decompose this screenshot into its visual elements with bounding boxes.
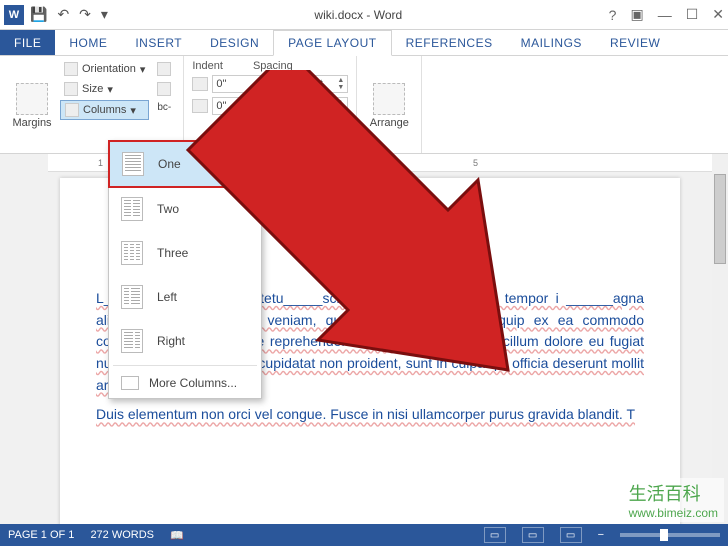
- size-button[interactable]: Size▾: [60, 80, 149, 98]
- orientation-icon: [64, 62, 78, 76]
- maximize-icon[interactable]: ☐: [686, 6, 699, 23]
- margins-button[interactable]: Margins: [8, 60, 56, 151]
- line-numbers-icon: [157, 82, 171, 96]
- indent-left-input[interactable]: 0"▲▼: [212, 75, 266, 93]
- status-bar: PAGE 1 OF 1 272 WORDS 📖 ▭ ▭ ▭ −: [0, 524, 728, 546]
- two-column-icon: [121, 197, 143, 221]
- window-buttons: ? ▣ — ☐ ✕: [609, 6, 724, 23]
- scrollbar-thumb[interactable]: [714, 174, 726, 264]
- three-column-icon: [121, 241, 143, 265]
- columns-dropdown: One Two Three Left Right More Columns...: [108, 140, 262, 399]
- tab-insert[interactable]: INSERT: [121, 30, 196, 55]
- breaks-button[interactable]: [153, 60, 175, 78]
- columns-button[interactable]: Columns▾: [60, 100, 149, 120]
- tab-mailings[interactable]: MAILINGS: [507, 30, 596, 55]
- paragraph-2: Duis elementum non orci vel congue. Fusc…: [96, 404, 644, 426]
- ribbon-options-icon[interactable]: ▣: [630, 6, 643, 23]
- page-indicator[interactable]: PAGE 1 OF 1: [8, 529, 74, 541]
- spacing-after-row: 0 pt▲▼: [274, 96, 348, 116]
- vertical-scrollbar[interactable]: [712, 154, 728, 524]
- chevron-down-icon: ▾: [140, 63, 146, 76]
- spacing-before-row: 12 pt▲▼: [274, 74, 348, 94]
- group-page-setup: Margins Orientation▾ Size▾ Columns▾ bc-: [0, 56, 184, 153]
- arrange-button[interactable]: Arrange: [365, 60, 413, 151]
- word-count[interactable]: 272 WORDS: [90, 529, 154, 541]
- view-web-layout[interactable]: ▭: [560, 527, 582, 543]
- view-print-layout[interactable]: ▭: [522, 527, 544, 543]
- indent-left-row: 0"▲▼: [192, 74, 266, 94]
- columns-option-two[interactable]: Two: [109, 187, 261, 231]
- title-bar: W 💾 ↶ ↷ ▾ wiki.docx - Word ? ▣ — ☐ ✕: [0, 0, 728, 30]
- save-icon[interactable]: 💾: [30, 6, 47, 23]
- indent-left-icon: [192, 77, 208, 91]
- arrange-icon: [373, 83, 405, 115]
- indent-right-row: 0"▲▼: [192, 96, 266, 116]
- help-icon[interactable]: ?: [609, 7, 617, 23]
- more-columns-option[interactable]: More Columns...: [109, 368, 261, 398]
- chevron-down-icon: ▾: [130, 104, 136, 117]
- qat-customize-icon[interactable]: ▾: [101, 6, 108, 23]
- columns-option-three[interactable]: Three: [109, 231, 261, 275]
- orientation-button[interactable]: Orientation▾: [60, 60, 149, 78]
- dropdown-separator: [113, 365, 257, 366]
- columns-option-one[interactable]: One: [108, 140, 262, 188]
- columns-option-left[interactable]: Left: [109, 275, 261, 319]
- more-columns-icon: [121, 376, 139, 390]
- size-icon: [64, 82, 78, 96]
- window-title: wiki.docx - Word: [108, 8, 609, 22]
- indent-right-icon: [192, 99, 208, 113]
- ruler-mark: 5: [473, 158, 478, 168]
- app-icon: W: [4, 5, 24, 25]
- tab-file[interactable]: FILE: [0, 30, 55, 55]
- close-icon[interactable]: ✕: [712, 6, 724, 23]
- line-numbers-button[interactable]: [153, 80, 175, 98]
- tab-page-layout[interactable]: PAGE LAYOUT: [273, 30, 391, 56]
- minimize-icon[interactable]: —: [658, 7, 672, 23]
- zoom-slider[interactable]: [620, 533, 720, 537]
- undo-icon[interactable]: ↶: [57, 6, 69, 23]
- spacing-after-icon: [274, 99, 290, 113]
- group-arrange: Arrange: [357, 56, 422, 153]
- margins-icon: [16, 83, 48, 115]
- indent-header: Indent: [192, 60, 223, 74]
- columns-icon: [65, 103, 79, 117]
- tab-home[interactable]: HOME: [55, 30, 121, 55]
- quick-access-toolbar: 💾 ↶ ↷ ▾: [30, 6, 108, 23]
- watermark: 生活百科 www.bimeiz.com: [623, 478, 724, 522]
- spacing-header: Spacing: [253, 60, 293, 74]
- right-column-icon: [121, 329, 143, 353]
- one-column-icon: [122, 152, 144, 176]
- zoom-knob[interactable]: [660, 529, 668, 541]
- chevron-down-icon: ▾: [107, 83, 113, 96]
- spacing-after-input[interactable]: 0 pt▲▼: [294, 97, 348, 115]
- ruler-mark: 1: [98, 158, 103, 168]
- columns-option-right[interactable]: Right: [109, 319, 261, 363]
- redo-icon[interactable]: ↷: [79, 6, 91, 23]
- document-area: 1 5 L________ amet, consectetu_____scing…: [0, 154, 712, 524]
- spacing-before-input[interactable]: 12 pt▲▼: [294, 75, 348, 93]
- breaks-icon: [157, 62, 171, 76]
- hyphenation-button[interactable]: bc-: [153, 100, 175, 115]
- tab-review[interactable]: REVIEW: [596, 30, 674, 55]
- ribbon-tabs: FILE HOME INSERT DESIGN PAGE LAYOUT REFE…: [0, 30, 728, 56]
- proofing-icon[interactable]: 📖: [170, 529, 184, 542]
- zoom-out-icon[interactable]: −: [598, 529, 604, 541]
- view-read-mode[interactable]: ▭: [484, 527, 506, 543]
- left-column-icon: [121, 285, 143, 309]
- group-paragraph: Indent Spacing 0"▲▼ 0"▲▼ 12 pt▲▼ 0 pt▲▼ …: [184, 56, 357, 153]
- indent-right-input[interactable]: 0"▲▼: [212, 97, 266, 115]
- tab-design[interactable]: DESIGN: [196, 30, 273, 55]
- spacing-before-icon: [274, 77, 290, 91]
- margins-label: Margins: [12, 117, 51, 129]
- tab-references[interactable]: REFERENCES: [392, 30, 507, 55]
